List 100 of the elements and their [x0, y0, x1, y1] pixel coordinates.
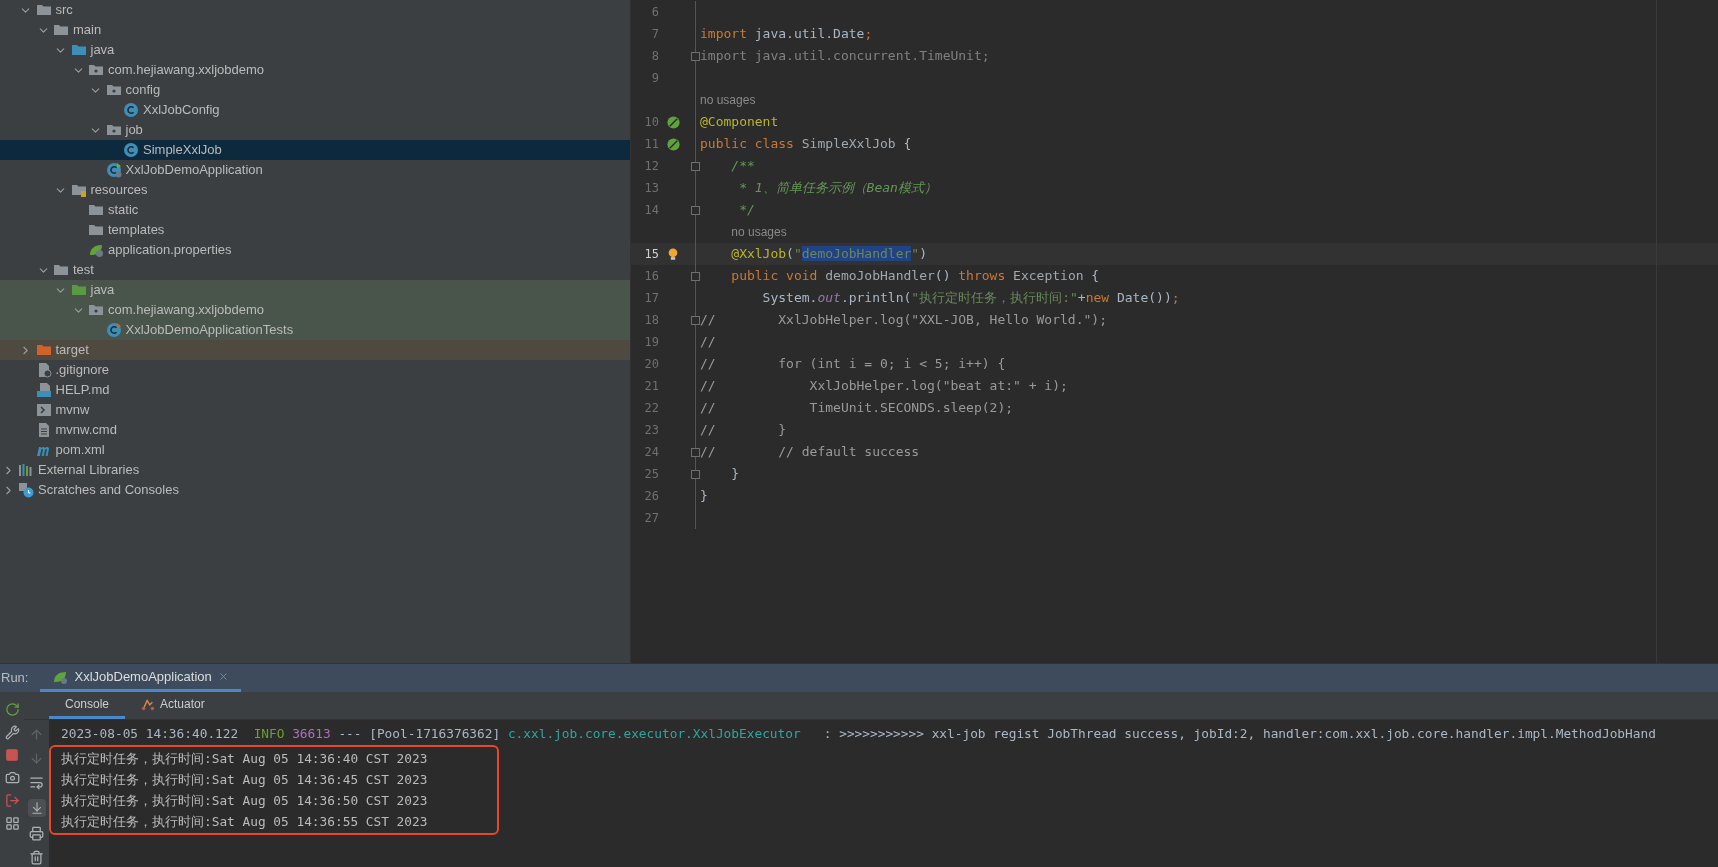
tree-item[interactable]: target	[0, 340, 630, 360]
code-line: */	[738, 201, 755, 220]
tree-item[interactable]: application.properties	[0, 240, 630, 260]
usage-hint: no usages	[730, 224, 787, 241]
line-number: 21	[643, 378, 659, 395]
line-number: 6	[650, 4, 659, 21]
tree-item[interactable]: test	[0, 260, 630, 280]
line-number: 11	[643, 136, 659, 153]
test-folder-icon	[70, 282, 87, 298]
code-line: import java.util.Date;	[699, 25, 873, 44]
line-number: 10	[643, 114, 659, 131]
usage-hint: no usages	[699, 92, 756, 109]
fold-marker-icon[interactable]	[691, 161, 700, 171]
tree-item[interactable]: .gitignore	[0, 360, 630, 380]
console-line: 执行定时任务，执行时间:Sat Aug 05 14:36:55 CST 2023	[60, 813, 428, 831]
tree-item[interactable]: templates	[0, 220, 630, 240]
folder-icon	[35, 342, 52, 358]
console-line: 执行定时任务，执行时间:Sat Aug 05 14:36:40 CST 2023	[60, 750, 428, 768]
stop-icon[interactable]	[5, 748, 19, 762]
log-line: 2023-08-05 14:36:40.122 INFO 36613 --- [Pool-1716376362] c.xxl.job.core.executor.XxlJobExecutor : >>>>>>>>>>> xxl-job regist JobThread success, jobId:2, handler:com.xxl.job.core.handler.impl.MethodJobHand	[60, 725, 1657, 743]
arrow-down-icon[interactable]	[29, 751, 44, 766]
tree-item[interactable]: config	[0, 80, 630, 100]
rerun-icon[interactable]	[4, 702, 20, 717]
console-line: 执行定时任务，执行时间:Sat Aug 05 14:36:45 CST 2023	[60, 771, 428, 789]
fold-marker-icon[interactable]	[691, 271, 700, 281]
tree-item[interactable]: java	[0, 280, 630, 300]
tree-item[interactable]: mvnw.cmd	[0, 420, 630, 440]
tree-item[interactable]: com.hejiawang.xxljobdemo	[0, 60, 630, 80]
code-line: // XxlJobHelper.log("beat at:" + i);	[699, 377, 1068, 396]
line-number: 14	[643, 202, 659, 219]
tree-item[interactable]: static	[0, 200, 630, 220]
line-number: 26	[643, 488, 659, 505]
code-line: // for (int i = 0; i < 5; i++) {	[699, 355, 1006, 374]
code-line: }	[730, 465, 740, 484]
line-number: 8	[650, 48, 659, 65]
fold-marker-icon[interactable]	[691, 447, 700, 457]
tree-item[interactable]: src	[0, 0, 630, 20]
wrench-icon[interactable]	[4, 725, 20, 740]
line-number: 12	[643, 158, 659, 175]
tree-item[interactable]: java	[0, 40, 630, 60]
terminal-icon	[35, 402, 52, 418]
code-line: }	[699, 487, 708, 506]
tree-item[interactable]: mvnw	[0, 400, 630, 420]
network-icon	[141, 697, 156, 711]
tree-item[interactable]: XxlJobConfig	[0, 100, 630, 120]
tree-item[interactable]: com.hejiawang.xxljobdemo	[0, 300, 630, 320]
close-icon[interactable]	[217, 671, 229, 682]
libraries-icon	[18, 462, 34, 478]
console-line: 执行定时任务，执行时间:Sat Aug 05 14:36:50 CST 2023	[60, 792, 428, 810]
lightbulb-icon[interactable]	[666, 246, 680, 262]
tree-item[interactable]: job	[0, 120, 630, 140]
wrap-icon[interactable]	[29, 775, 44, 790]
folder-icon	[88, 222, 104, 238]
code-line: /**	[730, 157, 755, 176]
trash-icon[interactable]	[29, 850, 44, 865]
run-label: Run:	[0, 669, 30, 688]
line-number: 17	[643, 290, 659, 307]
code-line: @XxlJob("demoJobHandler")	[730, 245, 927, 264]
fold-marker-icon[interactable]	[691, 315, 700, 325]
fold-marker-icon[interactable]	[691, 205, 700, 215]
class-icon	[123, 142, 139, 158]
folder-icon	[88, 202, 104, 218]
scroll-to-end-button[interactable]	[27, 799, 46, 817]
line-number: 13	[643, 180, 659, 197]
tree-item[interactable]: SimpleXxlJob	[0, 140, 630, 160]
line-number: 15	[643, 246, 659, 263]
code-line: public void demoJobHandler() throws Exception {	[730, 267, 1100, 286]
markdown-file-icon	[35, 382, 52, 398]
line-number: 20	[643, 356, 659, 373]
line-number: 19	[643, 334, 659, 351]
class-icon	[105, 162, 122, 178]
fold-marker-icon[interactable]	[691, 469, 700, 479]
fold-marker-icon[interactable]	[691, 51, 700, 61]
tree-item[interactable]: XxlJobDemoApplication	[0, 160, 630, 180]
code-line: import java.util.concurrent.TimeUnit;	[699, 47, 990, 66]
line-number: 7	[650, 26, 659, 43]
tree-item[interactable]: External Libraries	[0, 460, 630, 480]
package-icon	[105, 122, 122, 138]
package-icon	[105, 82, 122, 98]
camera-icon[interactable]	[4, 770, 20, 785]
tree-item[interactable]: HELP.md	[0, 380, 630, 400]
code-line: //	[699, 333, 716, 352]
class-icon	[105, 322, 122, 338]
tree-item[interactable]: main	[0, 20, 630, 40]
line-number: 9	[650, 70, 659, 87]
folder-icon	[53, 22, 69, 38]
code-line: // XxlJobHelper.log("XXL-JOB, Hello World.");	[699, 311, 1107, 330]
console-tab[interactable]: Actuator	[125, 692, 221, 719]
package-icon	[88, 302, 104, 318]
scratches-icon	[18, 482, 34, 498]
layout-icon[interactable]	[4, 816, 20, 831]
tree-item[interactable]: Scratches and Consoles	[0, 480, 630, 500]
line-number: 22	[643, 400, 659, 417]
exit-icon[interactable]	[4, 793, 20, 808]
code-line: // TimeUnit.SECONDS.sleep(2);	[699, 399, 1014, 418]
code-line: System.out.println("执行定时任务，执行时间:"+new Date());	[761, 289, 1180, 308]
print-icon[interactable]	[29, 826, 44, 841]
tree-item[interactable]: XxlJobDemoApplicationTests	[0, 320, 630, 340]
tree-item[interactable]: resources	[0, 180, 630, 200]
tree-item[interactable]: pom.xml	[0, 440, 630, 460]
